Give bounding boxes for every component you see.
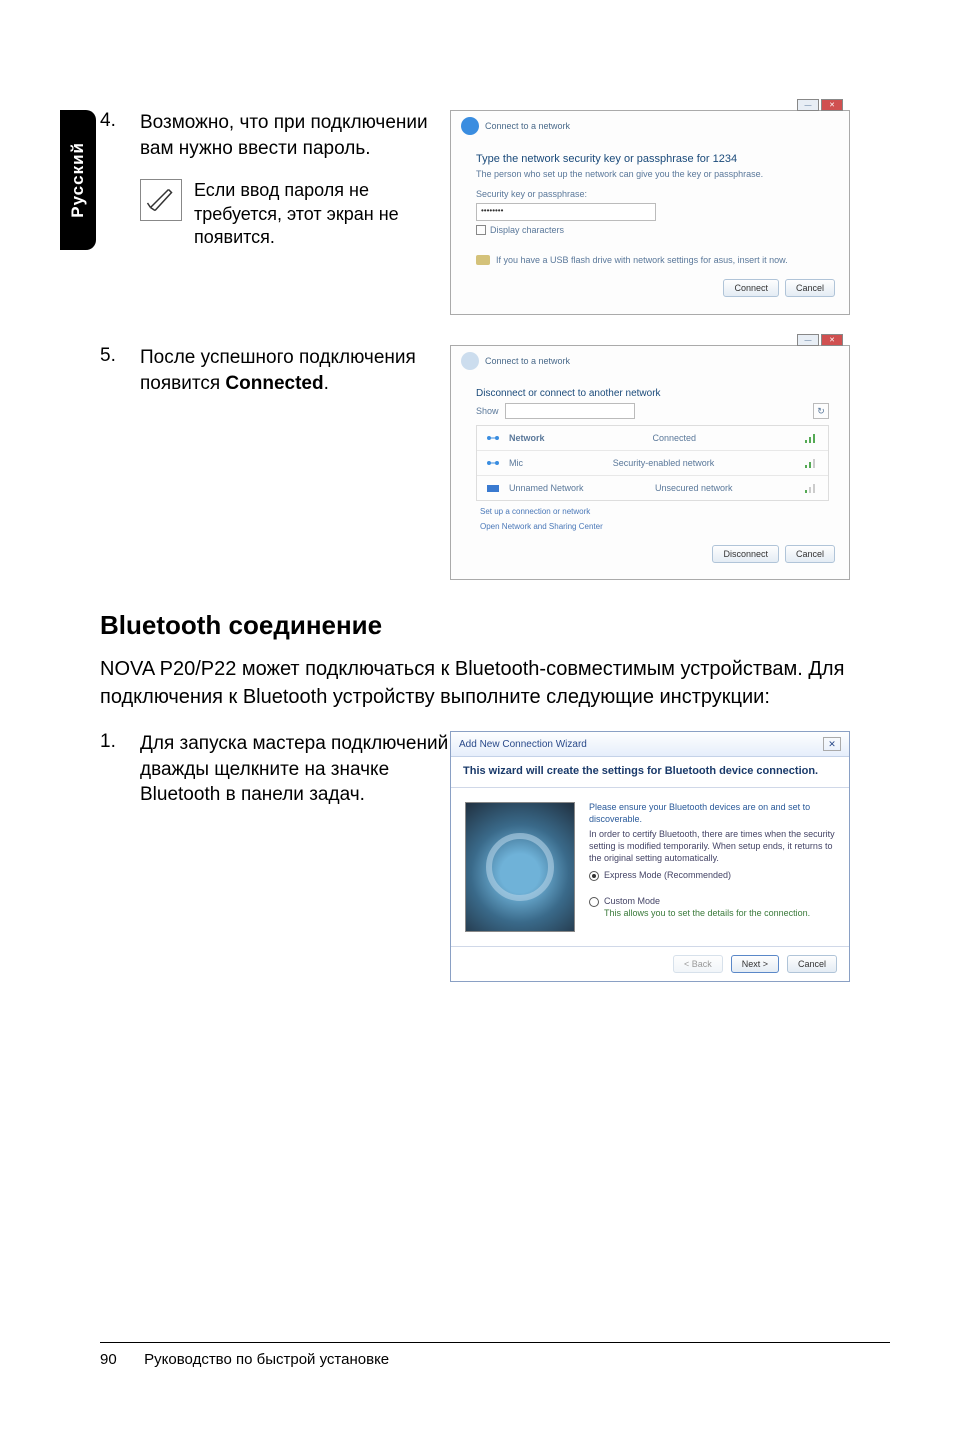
step-4-row: 4. Возможно, что при подключении вам нуж… (100, 110, 890, 315)
express-mode-radio[interactable]: Express Mode (Recommended) (589, 870, 835, 882)
wizard-headline: This wizard will create the settings for… (451, 757, 849, 788)
dialog-subtext: The person who set up the network can gi… (476, 169, 829, 179)
usb-icon (476, 255, 490, 265)
step-5-text-post: . (324, 373, 329, 394)
cancel-button[interactable]: Cancel (785, 279, 835, 297)
minimize-icon[interactable]: — (797, 99, 819, 111)
wizard-title: Add New Connection Wizard (459, 739, 587, 750)
step-5-bold: Connected (225, 373, 323, 394)
network-row-unsecured[interactable]: Unnamed Network Unsecured network (477, 475, 828, 500)
show-label: Show (476, 406, 499, 416)
network-row-secured[interactable]: Mic Security-enabled network (477, 450, 828, 475)
wizard-body: Please ensure your Bluetooth devices are… (451, 788, 849, 946)
step-bt-1-text-col: 1. Для запуска мастера подключений дважд… (100, 731, 450, 982)
display-characters-label: Display characters (490, 225, 564, 235)
section-intro: NOVA P20/P22 может подключаться к Blueto… (100, 655, 890, 711)
refresh-icon[interactable]: ↻ (813, 403, 829, 419)
network-icon (485, 457, 501, 469)
language-side-tab: Русский (60, 110, 96, 250)
dialog-title: Connect to a network (485, 121, 570, 131)
setup-connection-link[interactable]: Set up a connection or network (480, 507, 825, 516)
main-content: 4. Возможно, что при подключении вам нуж… (100, 110, 890, 1012)
express-mode-label: Express Mode (Recommended) (604, 870, 731, 882)
step-bt-1-number: 1. (100, 731, 140, 982)
open-sharing-center-link[interactable]: Open Network and Sharing Center (480, 522, 825, 531)
display-characters-checkbox[interactable]: Display characters (476, 225, 829, 235)
network-icon (485, 482, 501, 494)
step-5-row: 5. После успешного подключения появится … (100, 345, 890, 580)
signal-icon (804, 432, 820, 444)
page-number: 90 (100, 1351, 140, 1368)
back-icon[interactable] (461, 352, 479, 370)
wizard-buttons: < Back Next > Cancel (451, 946, 849, 981)
titlebar-controls: — ✕ (797, 334, 843, 346)
dialog-heading: Type the network security key or passphr… (476, 153, 829, 165)
step-4-note-text: Если ввод пароля не требуется, этот экра… (194, 179, 450, 249)
back-button: < Back (673, 955, 723, 973)
step-4-note: Если ввод пароля не требуется, этот экра… (140, 179, 450, 249)
section-title-bluetooth: Bluetooth соединение (100, 610, 890, 641)
show-dropdown[interactable] (505, 403, 635, 419)
step-4-number: 4. (100, 110, 140, 315)
cancel-button[interactable]: Cancel (787, 955, 837, 973)
disconnect-button[interactable]: Disconnect (712, 545, 779, 563)
language-side-tab-label: Русский (68, 142, 88, 218)
network-name: Unnamed Network (509, 483, 584, 493)
footer-title: Руководство по быстрой установке (144, 1351, 389, 1368)
checkbox-icon (476, 225, 486, 235)
dialog-header: Connect to a network (451, 111, 849, 141)
show-dropdown-row: Show ↻ (476, 403, 829, 419)
radio-off-icon (589, 897, 599, 907)
network-name: Mic (509, 458, 523, 468)
usb-hint-text: If you have a USB flash drive with netwo… (496, 255, 788, 265)
minimize-icon[interactable]: — (797, 334, 819, 346)
step-5-text: После успешного подключения появится Con… (140, 345, 450, 580)
network-status: Connected (652, 433, 696, 443)
network-name: Network (509, 433, 545, 443)
network-list: Network Connected Mic Security-enabled n… (476, 425, 829, 501)
step-5-text-col: 5. После успешного подключения появится … (100, 345, 450, 580)
network-icon (485, 432, 501, 444)
wizard-image (465, 802, 575, 932)
usb-hint: If you have a USB flash drive with netwo… (476, 255, 829, 265)
screenshot-bluetooth-wizard: Add New Connection Wizard ✕ This wizard … (450, 731, 850, 982)
step-5-number: 5. (100, 345, 140, 580)
dialog-header: Connect to a network (451, 346, 849, 376)
wizard-text: Please ensure your Bluetooth devices are… (589, 802, 835, 932)
close-icon[interactable]: ✕ (821, 99, 843, 111)
screenshot-network-key-dialog: — ✕ Connect to a network Type the networ… (450, 110, 850, 315)
wizard-instruction-1: Please ensure your Bluetooth devices are… (589, 802, 835, 825)
signal-icon (804, 482, 820, 494)
network-status: Unsecured network (655, 483, 733, 493)
dialog-subheading: Disconnect or connect to another network (476, 388, 829, 399)
network-row-connected[interactable]: Network Connected (477, 426, 828, 450)
note-icon (140, 179, 182, 221)
close-icon[interactable]: ✕ (823, 737, 841, 751)
step-4-body: Возможно, что при подключении вам нужно … (140, 110, 450, 315)
security-key-input[interactable]: •••••••• (476, 203, 656, 221)
step-bt-1-row: 1. Для запуска мастера подключений дважд… (100, 731, 890, 982)
cancel-button[interactable]: Cancel (785, 545, 835, 563)
custom-mode-desc: This allows you to set the details for t… (604, 908, 810, 920)
next-button[interactable]: Next > (731, 955, 779, 973)
step-4-text: Возможно, что при подключении вам нужно … (140, 110, 450, 161)
page-footer: 90 Руководство по быстрой установке (100, 1342, 890, 1368)
titlebar-controls: — ✕ (797, 99, 843, 111)
connect-button[interactable]: Connect (723, 279, 779, 297)
wizard-titlebar: Add New Connection Wizard ✕ (451, 732, 849, 757)
step-bt-1-text: Для запуска мастера подключений дважды щ… (140, 731, 450, 982)
signal-icon (804, 457, 820, 469)
network-status: Security-enabled network (613, 458, 715, 468)
custom-mode-label: Custom Mode (604, 896, 810, 908)
dialog-title: Connect to a network (485, 356, 570, 366)
radio-on-icon (589, 871, 599, 881)
wizard-instruction-2: In order to certify Bluetooth, there are… (589, 829, 835, 864)
custom-mode-radio[interactable]: Custom Mode This allows you to set the d… (589, 896, 835, 919)
back-icon[interactable] (461, 117, 479, 135)
screenshot-network-list-dialog: — ✕ Connect to a network Disconnect or c… (450, 345, 850, 580)
close-icon[interactable]: ✕ (821, 334, 843, 346)
step-4-text-col: 4. Возможно, что при подключении вам нуж… (100, 110, 450, 315)
security-key-label: Security key or passphrase: (476, 189, 829, 199)
